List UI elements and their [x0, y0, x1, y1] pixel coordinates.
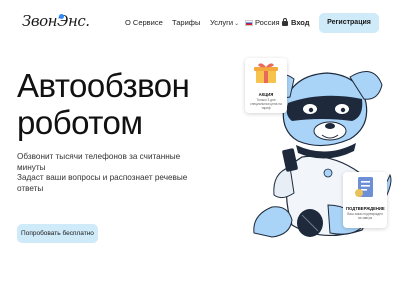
try-free-button[interactable]: Попробовать бесплатно: [17, 224, 98, 243]
confirmation-card: ПОДТВЕРЖДЕНИЕ Ваш заказ подтвержден на з…: [343, 172, 387, 228]
hero-title-line2: роботом: [17, 104, 143, 141]
nav-about-service[interactable]: О Сервисе: [125, 18, 163, 27]
confirmation-card-subtitle: Ваш заказ подтвержден на завтра: [347, 212, 383, 220]
russia-flag-icon: [245, 20, 253, 26]
nav-services-dropdown[interactable]: Услуги⌄: [210, 18, 239, 27]
hero-title-line1: Автообзвон: [17, 67, 190, 104]
hero-paragraph-1: Обзвонит тысячи телефонов за считанные м…: [17, 152, 181, 172]
login-link[interactable]: Вход: [282, 18, 310, 27]
promo-card: АКЦИЯ Только 3 дня специальная цена на т…: [245, 58, 287, 113]
chevron-down-icon: ⌄: [234, 21, 240, 27]
document-check-icon: [355, 177, 373, 197]
nav-tariffs[interactable]: Тарифы: [172, 18, 200, 27]
lock-icon: [282, 18, 288, 26]
header: ЗвонЭнс. О Сервисе Тарифы Услуги⌄ Россия…: [0, 0, 400, 46]
logo-dot-icon: [59, 14, 64, 19]
hero-title: Автообзвон роботом: [17, 67, 190, 141]
hero-paragraph-2: Задаст ваши вопросы и распознает речевые…: [17, 173, 188, 193]
login-label: Вход: [291, 18, 310, 27]
register-button[interactable]: Регистрация: [319, 13, 379, 33]
confirmation-card-title: ПОДТВЕРЖДЕНИЕ: [346, 206, 385, 211]
nav-services-label: Услуги: [210, 18, 234, 27]
logo[interactable]: ЗвонЭнс.: [22, 12, 90, 30]
hero-description: Обзвонит тысячи телефонов за считанные м…: [17, 152, 197, 194]
region-label: Россия: [255, 18, 280, 27]
promo-card-subtitle: Только 3 дня специальная цена на тариф: [250, 98, 282, 110]
region-selector[interactable]: Россия⌄: [245, 18, 286, 27]
promo-card-title: АКЦИЯ: [258, 92, 274, 97]
gift-icon: [254, 63, 278, 83]
